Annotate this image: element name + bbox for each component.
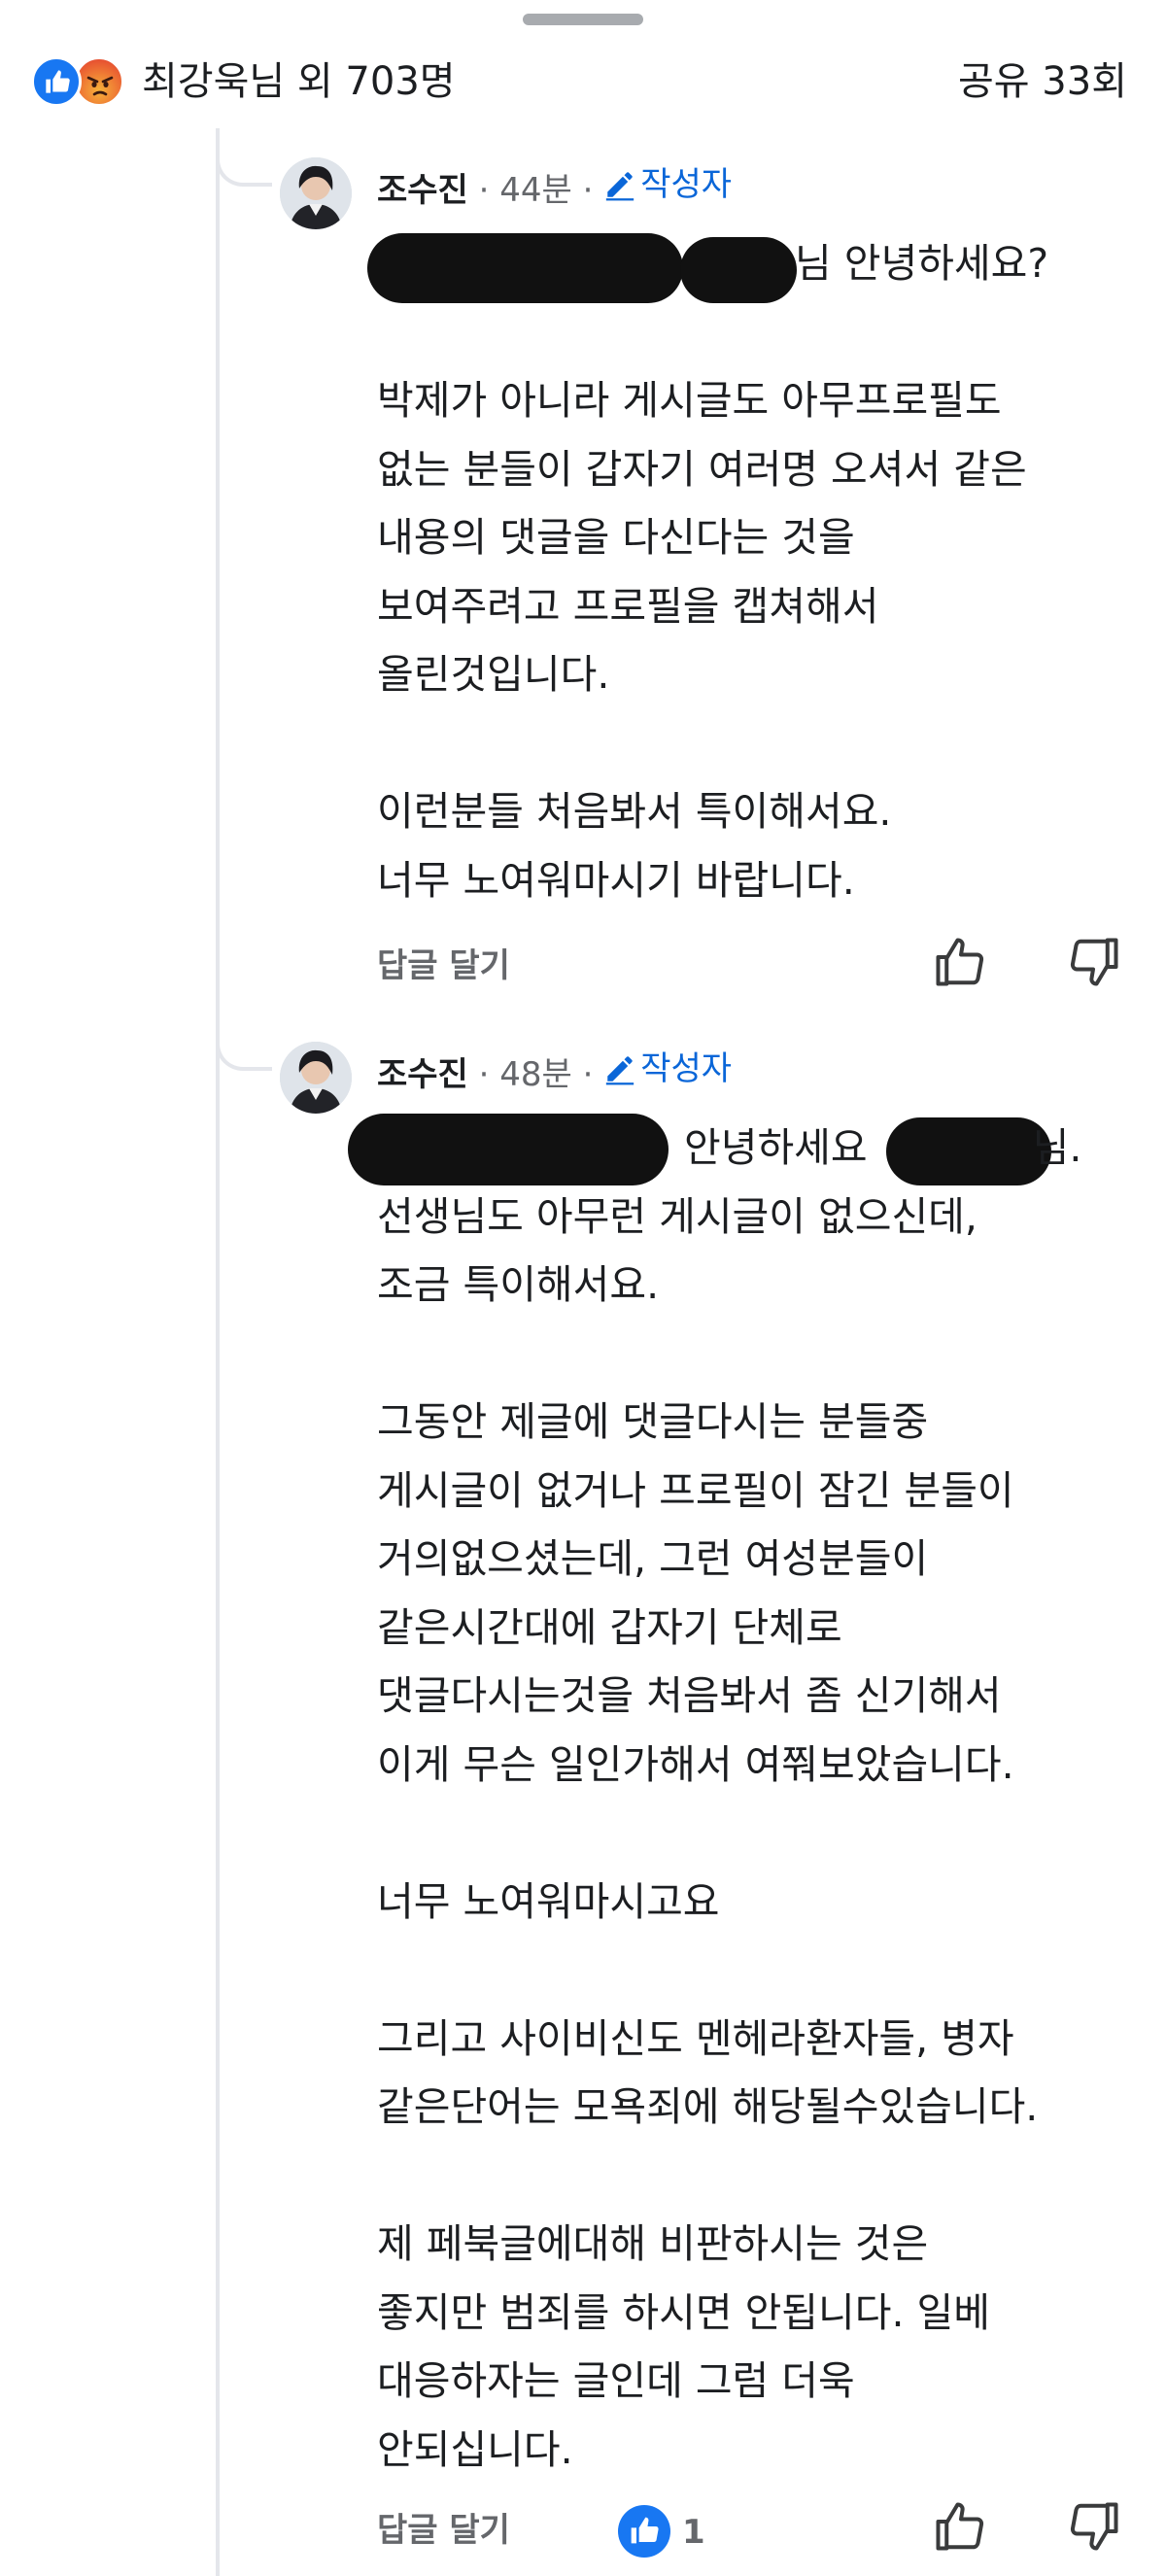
comment-time[interactable]: · 48분 ·: [479, 1055, 594, 1094]
thumbs-down-icon[interactable]: [1065, 2497, 1123, 2556]
thread-branch: [216, 128, 272, 187]
comment-line: 같은시간대에 갑자기 단체로: [377, 1603, 842, 1651]
like-count[interactable]: 1: [682, 2511, 705, 2554]
pencil-icon: [606, 1056, 634, 1085]
comment-line: 그동안 제글에 댓글다시는 분들중: [377, 1398, 929, 1445]
comment-line: 좋지만 범죄를 하시면 안됩니다. 일베: [377, 2288, 990, 2336]
author-name[interactable]: 조수진: [377, 171, 468, 210]
comment-line: 박제가 아니라 게시글도 아무프로필도: [377, 377, 1002, 424]
like-reaction-icon[interactable]: [31, 56, 82, 107]
comment-line: 게시글이 없거나 프로필이 잠긴 분들이: [377, 1466, 1014, 1514]
comment-line: 이게 무슨 일인가해서 여쭤보았습니다.: [377, 1740, 1014, 1788]
thumbs-up-icon[interactable]: [931, 933, 989, 991]
comment-line: [377, 709, 1048, 778]
comment-body: 안녕하세요 님. 선생님도 아무런 게시글이 없으신데, 조금 특이해서요. 그동…: [377, 1114, 1081, 2484]
comment-line: [377, 2142, 1081, 2211]
avatar[interactable]: [280, 1042, 352, 1114]
avatar[interactable]: [280, 157, 352, 229]
comment-line: 거의없으셨는데, 그런 여성분들이: [377, 1535, 929, 1582]
reactions-bar: 최강욱님 외 703명 공유 33회: [0, 47, 1166, 117]
comment-line: 없는 분들이 갑자기 여러명 오셔서 같은: [377, 445, 1027, 493]
comment-line: [377, 1936, 1081, 2005]
comment-line: 내용의 댓글을 다신다는 것을: [377, 514, 855, 561]
comment-actions: 답글 달기 1: [0, 2497, 1166, 2565]
author-badge: 작성자: [603, 163, 732, 206]
comment-line: 같은단어는 모욕죄에 해당될수있습니다.: [377, 2083, 1039, 2130]
author-badge-label: 작성자: [640, 165, 733, 204]
pencil-icon: [606, 172, 634, 201]
comment-line: 제 페북글에대해 비판하시는 것은: [377, 2220, 929, 2267]
comment-line: 너무 노여워마시고요: [377, 1877, 720, 1925]
comment-line: [377, 298, 1048, 367]
comment-line: [377, 1320, 1081, 1389]
comment-line: 안녕하세요 님.: [684, 1124, 1082, 1171]
author-badge-label: 작성자: [640, 1049, 733, 1088]
comment-line: 그리고 사이비신도 멘헤라환자들, 병자: [377, 2014, 1014, 2062]
comment-time[interactable]: · 44분 ·: [479, 171, 594, 210]
comment-line: 안되십니다.: [377, 2425, 573, 2473]
comments-sheet: 최강욱님 외 703명 공유 33회 조수진 · 44분 · 작성자 님 안녕하…: [0, 0, 1166, 2576]
reply-button[interactable]: 답글 달기: [377, 945, 510, 987]
comment-line: 조금 특이해서요.: [377, 1261, 660, 1308]
comment-line: 이런분들 처음봐서 특이해서요.: [377, 788, 892, 835]
comment-actions: 답글 달기: [0, 933, 1166, 1001]
author-name[interactable]: 조수진: [377, 1055, 468, 1094]
reply-button[interactable]: 답글 달기: [377, 2509, 510, 2552]
thumbs-down-icon[interactable]: [1065, 933, 1123, 991]
comment-line: [377, 1799, 1081, 1868]
comment-line: 선생님도 아무런 게시글이 없으신데,: [377, 1192, 977, 1240]
comment-line: 너무 노여워마시기 바랍니다.: [377, 856, 855, 904]
reactions-summary[interactable]: 최강욱님 외 703명: [142, 58, 456, 105]
like-count-icon[interactable]: [618, 2505, 670, 2558]
comment-line: 댓글다시는것을 처음봐서 좀 신기해서: [377, 1672, 1002, 1719]
thumbs-up-icon[interactable]: [931, 2497, 989, 2556]
comment-body: 님 안녕하세요? 박제가 아니라 게시글도 아무프로필도 없는 분들이 갑자기 …: [377, 229, 1048, 914]
comment-header: 조수진 · 44분 · 작성자: [377, 163, 732, 212]
comment-line: 님 안녕하세요?: [795, 240, 1049, 287]
author-badge: 작성자: [603, 1048, 732, 1090]
sheet-drag-handle[interactable]: [523, 14, 643, 25]
comment-line: 보여주려고 프로필을 캡쳐해서: [377, 582, 879, 630]
comment-header: 조수진 · 48분 · 작성자: [377, 1048, 732, 1096]
thread-branch: [216, 1013, 272, 1071]
thread-line: [216, 138, 220, 2576]
shares-count[interactable]: 공유 33회: [958, 58, 1127, 105]
comment-line: 올린것입니다.: [377, 651, 610, 698]
comment-line: 대응하자는 글인데 그럼 더욱: [377, 2357, 855, 2404]
